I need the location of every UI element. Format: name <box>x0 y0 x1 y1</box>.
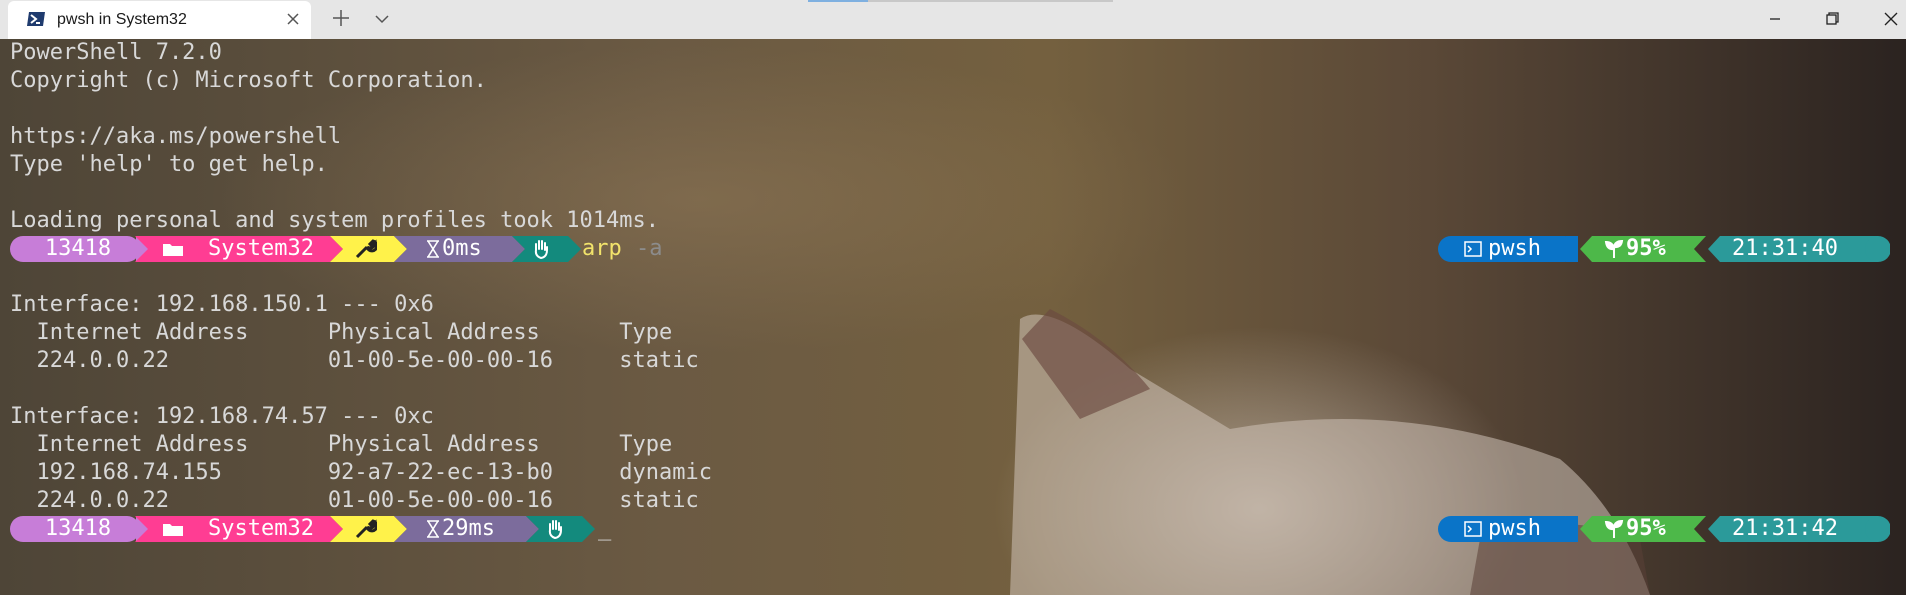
banner-line: Type 'help' to get help. <box>10 152 328 177</box>
close-icon[interactable] <box>283 9 303 29</box>
terminal-icon <box>1464 241 1482 257</box>
drag-region-strip <box>868 0 1113 2</box>
maximize-icon[interactable] <box>1808 6 1854 32</box>
minimize-icon[interactable] <box>1752 6 1798 32</box>
output-line: 192.168.74.155 92-a7-22-ec-13-b0 dynamic <box>10 460 712 485</box>
folder-icon <box>163 524 183 536</box>
hand-icon <box>548 520 562 539</box>
prompt-line: 13418 System32 29ms _ pwsh 95% 21:31:42 <box>10 515 1906 543</box>
clock-label: 21:31:40 <box>1732 236 1838 261</box>
pid-label: 13418 <box>44 236 112 261</box>
duration-label: 29ms <box>442 516 495 541</box>
banner-line: https://aka.ms/powershell <box>10 124 342 149</box>
chevron-down-icon[interactable] <box>372 9 392 29</box>
output-line: 224.0.0.22 01-00-5e-00-00-16 static <box>10 488 699 513</box>
duration-label: 0ms <box>442 236 482 261</box>
battery-label: 95% <box>1626 236 1666 261</box>
prompt-line: 13418 System32 0ms arp -a pwsh 95% 21:31… <box>10 235 1906 263</box>
drag-region-accent <box>808 0 868 2</box>
battery-label: 95% <box>1626 516 1666 541</box>
output-line: 224.0.0.22 01-00-5e-00-00-16 static <box>10 348 699 373</box>
shell-label: pwsh <box>1488 236 1541 261</box>
terminal-icon <box>1464 521 1482 537</box>
new-tab-button[interactable] <box>330 7 352 29</box>
terminal-pane[interactable]: PowerShell 7.2.0 Copyright (c) Microsoft… <box>0 39 1906 595</box>
wrench-icon <box>355 239 377 259</box>
tab-pwsh[interactable]: pwsh in System32 <box>8 1 311 39</box>
close-icon[interactable] <box>1868 6 1906 32</box>
wrench-icon <box>355 519 377 539</box>
pid-label: 13418 <box>44 516 112 541</box>
text-cursor[interactable]: _ <box>598 515 611 543</box>
seedling-icon <box>1604 519 1624 538</box>
banner-line: Loading personal and system profiles too… <box>10 208 660 233</box>
seedling-icon <box>1604 239 1624 258</box>
clock-label: 21:31:42 <box>1732 516 1838 541</box>
banner-line: Copyright (c) Microsoft Corporation. <box>10 68 487 93</box>
command-name: arp <box>582 236 622 261</box>
powershell-icon <box>27 12 45 26</box>
hourglass-icon <box>427 520 439 538</box>
output-line: Internet Address Physical Address Type <box>10 432 673 457</box>
tab-title: pwsh in System32 <box>57 11 187 28</box>
hourglass-icon <box>427 240 439 258</box>
path-label: System32 <box>208 516 314 541</box>
output-line: Interface: 192.168.74.57 --- 0xc <box>10 404 434 429</box>
path-label: System32 <box>208 236 314 261</box>
command-args: -a <box>636 236 663 261</box>
banner-line: PowerShell 7.2.0 <box>10 40 222 65</box>
title-bar: pwsh in System32 <box>0 0 1906 39</box>
output-line: Interface: 192.168.150.1 --- 0x6 <box>10 292 434 317</box>
folder-icon <box>163 244 183 256</box>
shell-label: pwsh <box>1488 516 1541 541</box>
hand-icon <box>534 240 548 259</box>
output-line: Internet Address Physical Address Type <box>10 320 673 345</box>
